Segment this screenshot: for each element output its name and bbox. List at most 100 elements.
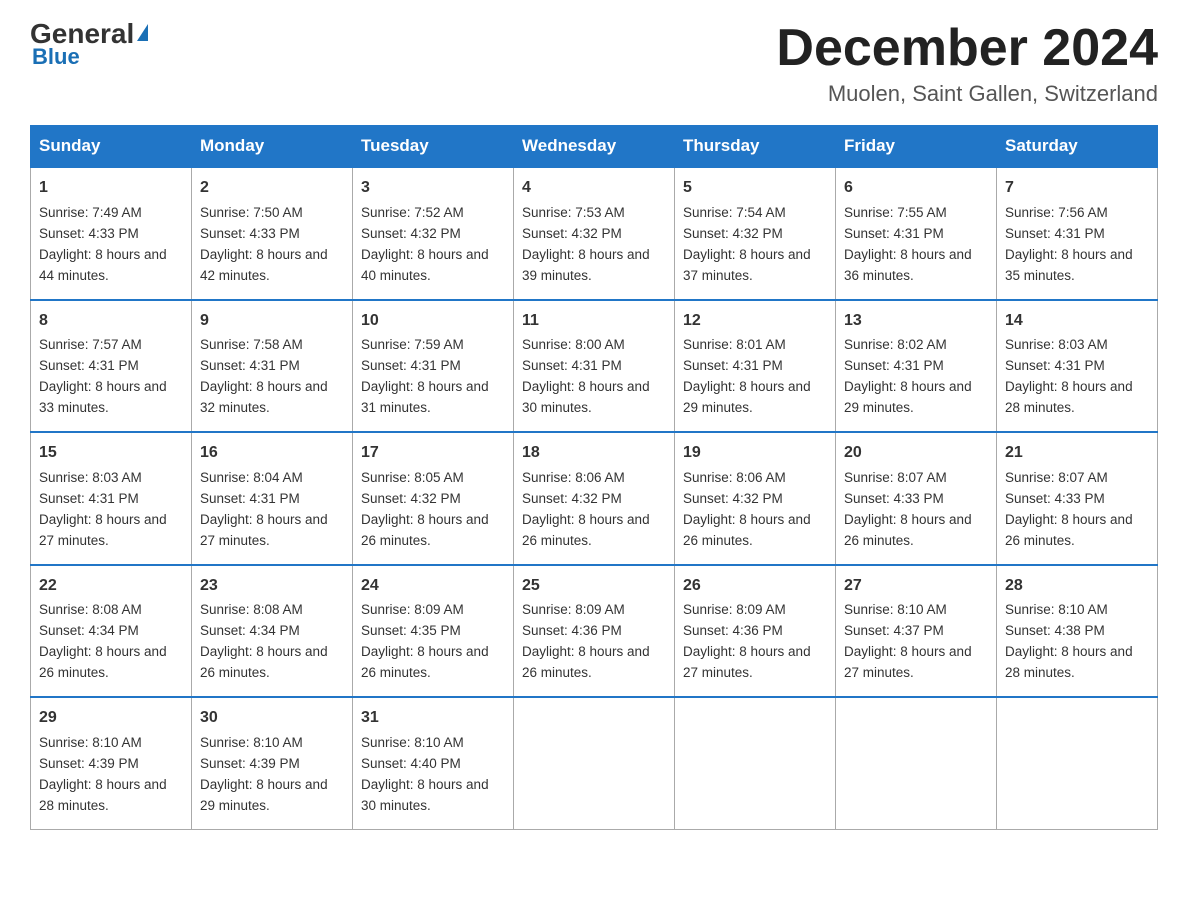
header-wednesday: Wednesday [514, 126, 675, 168]
calendar-cell-week4-day3: 25 Sunrise: 8:09 AMSunset: 4:36 PMDaylig… [514, 565, 675, 697]
day-info: Sunrise: 8:09 AMSunset: 4:36 PMDaylight:… [522, 602, 650, 680]
month-year-title: December 2024 [776, 20, 1158, 77]
day-info: Sunrise: 7:54 AMSunset: 4:32 PMDaylight:… [683, 205, 811, 283]
page-header: General Blue December 2024 Muolen, Saint… [30, 20, 1158, 107]
calendar-cell-week5-day3 [514, 697, 675, 829]
header-thursday: Thursday [675, 126, 836, 168]
day-number: 18 [522, 441, 666, 466]
day-info: Sunrise: 8:10 AMSunset: 4:39 PMDaylight:… [39, 735, 167, 813]
calendar-cell-week5-day0: 29 Sunrise: 8:10 AMSunset: 4:39 PMDaylig… [31, 697, 192, 829]
calendar-cell-week2-day3: 11 Sunrise: 8:00 AMSunset: 4:31 PMDaylig… [514, 300, 675, 432]
calendar-cell-week2-day6: 14 Sunrise: 8:03 AMSunset: 4:31 PMDaylig… [997, 300, 1158, 432]
calendar-week-5: 29 Sunrise: 8:10 AMSunset: 4:39 PMDaylig… [31, 697, 1158, 829]
day-number: 7 [1005, 176, 1149, 201]
day-info: Sunrise: 8:02 AMSunset: 4:31 PMDaylight:… [844, 337, 972, 415]
day-info: Sunrise: 7:57 AMSunset: 4:31 PMDaylight:… [39, 337, 167, 415]
day-number: 22 [39, 574, 183, 599]
logo: General Blue [30, 20, 148, 70]
day-number: 21 [1005, 441, 1149, 466]
calendar-cell-week5-day2: 31 Sunrise: 8:10 AMSunset: 4:40 PMDaylig… [353, 697, 514, 829]
location-subtitle: Muolen, Saint Gallen, Switzerland [776, 81, 1158, 107]
calendar-cell-week3-day0: 15 Sunrise: 8:03 AMSunset: 4:31 PMDaylig… [31, 432, 192, 564]
day-info: Sunrise: 8:04 AMSunset: 4:31 PMDaylight:… [200, 470, 328, 548]
calendar-cell-week4-day4: 26 Sunrise: 8:09 AMSunset: 4:36 PMDaylig… [675, 565, 836, 697]
day-info: Sunrise: 7:50 AMSunset: 4:33 PMDaylight:… [200, 205, 328, 283]
calendar-cell-week1-day2: 3 Sunrise: 7:52 AMSunset: 4:32 PMDayligh… [353, 167, 514, 299]
calendar-week-2: 8 Sunrise: 7:57 AMSunset: 4:31 PMDayligh… [31, 300, 1158, 432]
day-info: Sunrise: 7:59 AMSunset: 4:31 PMDaylight:… [361, 337, 489, 415]
day-info: Sunrise: 8:09 AMSunset: 4:35 PMDaylight:… [361, 602, 489, 680]
calendar-cell-week2-day2: 10 Sunrise: 7:59 AMSunset: 4:31 PMDaylig… [353, 300, 514, 432]
day-info: Sunrise: 8:10 AMSunset: 4:37 PMDaylight:… [844, 602, 972, 680]
calendar-cell-week2-day4: 12 Sunrise: 8:01 AMSunset: 4:31 PMDaylig… [675, 300, 836, 432]
day-number: 29 [39, 706, 183, 731]
day-number: 11 [522, 309, 666, 334]
day-info: Sunrise: 8:10 AMSunset: 4:39 PMDaylight:… [200, 735, 328, 813]
day-number: 9 [200, 309, 344, 334]
calendar-cell-week2-day0: 8 Sunrise: 7:57 AMSunset: 4:31 PMDayligh… [31, 300, 192, 432]
day-number: 3 [361, 176, 505, 201]
calendar-cell-week5-day5 [836, 697, 997, 829]
calendar-cell-week4-day0: 22 Sunrise: 8:08 AMSunset: 4:34 PMDaylig… [31, 565, 192, 697]
day-number: 26 [683, 574, 827, 599]
day-number: 15 [39, 441, 183, 466]
calendar-cell-week1-day5: 6 Sunrise: 7:55 AMSunset: 4:31 PMDayligh… [836, 167, 997, 299]
day-number: 5 [683, 176, 827, 201]
day-number: 31 [361, 706, 505, 731]
day-number: 6 [844, 176, 988, 201]
day-number: 1 [39, 176, 183, 201]
calendar-cell-week5-day4 [675, 697, 836, 829]
calendar-cell-week3-day2: 17 Sunrise: 8:05 AMSunset: 4:32 PMDaylig… [353, 432, 514, 564]
day-info: Sunrise: 8:03 AMSunset: 4:31 PMDaylight:… [1005, 337, 1133, 415]
day-info: Sunrise: 8:01 AMSunset: 4:31 PMDaylight:… [683, 337, 811, 415]
day-number: 25 [522, 574, 666, 599]
day-number: 2 [200, 176, 344, 201]
day-info: Sunrise: 8:10 AMSunset: 4:38 PMDaylight:… [1005, 602, 1133, 680]
day-number: 12 [683, 309, 827, 334]
calendar-cell-week5-day6 [997, 697, 1158, 829]
day-number: 24 [361, 574, 505, 599]
header-saturday: Saturday [997, 126, 1158, 168]
day-number: 10 [361, 309, 505, 334]
calendar-cell-week5-day1: 30 Sunrise: 8:10 AMSunset: 4:39 PMDaylig… [192, 697, 353, 829]
calendar-cell-week1-day1: 2 Sunrise: 7:50 AMSunset: 4:33 PMDayligh… [192, 167, 353, 299]
day-info: Sunrise: 7:53 AMSunset: 4:32 PMDaylight:… [522, 205, 650, 283]
calendar-cell-week1-day4: 5 Sunrise: 7:54 AMSunset: 4:32 PMDayligh… [675, 167, 836, 299]
day-info: Sunrise: 7:49 AMSunset: 4:33 PMDaylight:… [39, 205, 167, 283]
day-info: Sunrise: 8:06 AMSunset: 4:32 PMDaylight:… [522, 470, 650, 548]
day-number: 19 [683, 441, 827, 466]
calendar-cell-week4-day5: 27 Sunrise: 8:10 AMSunset: 4:37 PMDaylig… [836, 565, 997, 697]
title-area: December 2024 Muolen, Saint Gallen, Swit… [776, 20, 1158, 107]
calendar-week-3: 15 Sunrise: 8:03 AMSunset: 4:31 PMDaylig… [31, 432, 1158, 564]
day-info: Sunrise: 8:08 AMSunset: 4:34 PMDaylight:… [200, 602, 328, 680]
day-info: Sunrise: 8:07 AMSunset: 4:33 PMDaylight:… [844, 470, 972, 548]
calendar-cell-week1-day3: 4 Sunrise: 7:53 AMSunset: 4:32 PMDayligh… [514, 167, 675, 299]
calendar-cell-week1-day0: 1 Sunrise: 7:49 AMSunset: 4:33 PMDayligh… [31, 167, 192, 299]
day-info: Sunrise: 8:03 AMSunset: 4:31 PMDaylight:… [39, 470, 167, 548]
header-friday: Friday [836, 126, 997, 168]
day-number: 17 [361, 441, 505, 466]
day-info: Sunrise: 7:52 AMSunset: 4:32 PMDaylight:… [361, 205, 489, 283]
day-info: Sunrise: 8:07 AMSunset: 4:33 PMDaylight:… [1005, 470, 1133, 548]
calendar-cell-week4-day2: 24 Sunrise: 8:09 AMSunset: 4:35 PMDaylig… [353, 565, 514, 697]
calendar-table: Sunday Monday Tuesday Wednesday Thursday… [30, 125, 1158, 829]
header-monday: Monday [192, 126, 353, 168]
calendar-cell-week1-day6: 7 Sunrise: 7:56 AMSunset: 4:31 PMDayligh… [997, 167, 1158, 299]
day-info: Sunrise: 8:09 AMSunset: 4:36 PMDaylight:… [683, 602, 811, 680]
day-number: 8 [39, 309, 183, 334]
day-number: 14 [1005, 309, 1149, 334]
day-number: 28 [1005, 574, 1149, 599]
calendar-cell-week3-day5: 20 Sunrise: 8:07 AMSunset: 4:33 PMDaylig… [836, 432, 997, 564]
day-number: 16 [200, 441, 344, 466]
day-info: Sunrise: 8:06 AMSunset: 4:32 PMDaylight:… [683, 470, 811, 548]
day-number: 27 [844, 574, 988, 599]
day-number: 13 [844, 309, 988, 334]
day-number: 4 [522, 176, 666, 201]
day-number: 30 [200, 706, 344, 731]
day-number: 23 [200, 574, 344, 599]
day-info: Sunrise: 8:08 AMSunset: 4:34 PMDaylight:… [39, 602, 167, 680]
calendar-cell-week3-day1: 16 Sunrise: 8:04 AMSunset: 4:31 PMDaylig… [192, 432, 353, 564]
calendar-week-1: 1 Sunrise: 7:49 AMSunset: 4:33 PMDayligh… [31, 167, 1158, 299]
calendar-header-row: Sunday Monday Tuesday Wednesday Thursday… [31, 126, 1158, 168]
logo-blue: Blue [32, 44, 80, 70]
